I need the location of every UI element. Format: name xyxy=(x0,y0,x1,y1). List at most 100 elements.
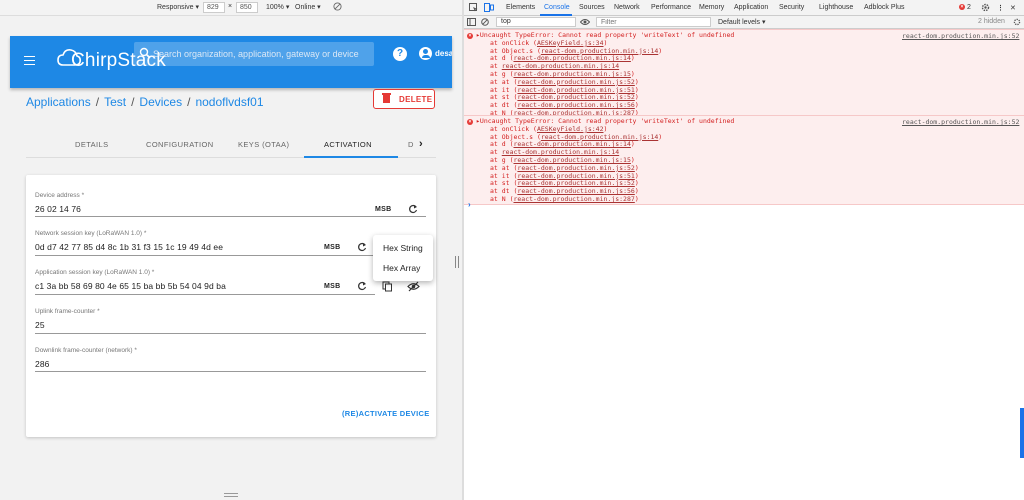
inspect-icon[interactable] xyxy=(469,3,478,12)
stack-frame-link[interactable]: react-dom.production.min.js:287 xyxy=(513,195,634,203)
app-session-key-byte-order[interactable]: MSB xyxy=(324,283,340,290)
user-avatar-icon[interactable] xyxy=(419,47,432,60)
splitter-grip-icon[interactable] xyxy=(455,256,459,268)
stack-frame-prefix: at g ( xyxy=(490,70,514,78)
error-count-icon[interactable]: × xyxy=(959,4,965,10)
console-settings-icon[interactable] xyxy=(1013,18,1021,26)
username[interactable]: desar xyxy=(435,49,452,58)
device-toggle-icon[interactable] xyxy=(484,3,494,12)
stack-frame-link[interactable]: react-dom.production.min.js:52 xyxy=(517,93,634,101)
console-filter-input[interactable] xyxy=(596,17,711,27)
help-icon[interactable]: ? xyxy=(393,47,407,61)
device-preset-select[interactable]: Responsive ▾ xyxy=(157,3,199,11)
dimension-separator: × xyxy=(228,3,233,10)
devtools-tab-console[interactable]: Console xyxy=(544,4,570,11)
menu-item-hex-string[interactable]: Hex String xyxy=(383,243,423,253)
stack-frame-link[interactable]: AESKeyField.js:42 xyxy=(537,125,604,133)
trash-icon xyxy=(382,93,391,103)
error-source-link[interactable]: react-dom.production.min.js:52 xyxy=(902,32,1019,40)
resize-handle-bottom[interactable] xyxy=(224,493,238,497)
devtools-tab-adblock-plus[interactable]: Adblock Plus xyxy=(864,4,904,11)
stack-frame-suffix: ) xyxy=(603,124,608,133)
devtools-tabbar: Elements Console Sources Network Perform… xyxy=(464,0,1024,16)
stack-frame-link[interactable]: react-dom.production.min.js:14 xyxy=(513,140,630,148)
refresh-icon[interactable] xyxy=(357,242,367,252)
reactivate-device-button[interactable]: (RE)ACTIVATE DEVICE xyxy=(342,409,430,418)
devtools-tab-application[interactable]: Application xyxy=(734,4,768,11)
stack-frame-link[interactable]: react-dom.production.min.js:51 xyxy=(517,86,634,94)
stack-frame-link[interactable]: react-dom.production.min.js:15 xyxy=(513,156,630,164)
tab-keys-otaa[interactable]: KEYS (OTAA) xyxy=(238,140,289,149)
stack-frame-link[interactable]: react-dom.production.min.js:15 xyxy=(513,70,630,78)
downlink-counter-input[interactable]: 286 xyxy=(35,359,49,369)
stack-frame-link[interactable]: react-dom.production.min.js:14 xyxy=(502,148,619,156)
visibility-off-icon[interactable] xyxy=(407,281,420,292)
devtools-tab-elements[interactable]: Elements xyxy=(506,4,535,11)
nwk-session-key-byte-order[interactable]: MSB xyxy=(324,244,340,251)
close-devtools-icon[interactable]: ✕ xyxy=(1010,4,1016,12)
devtools-tab-sources[interactable]: Sources xyxy=(579,4,605,11)
stack-frame-link[interactable]: react-dom.production.min.js:14 xyxy=(541,133,658,141)
copy-icon[interactable] xyxy=(382,281,393,292)
more-options-icon[interactable]: ⋮ xyxy=(997,4,1004,12)
stack-frame-prefix: at st ( xyxy=(490,93,518,102)
menu-item-hex-array[interactable]: Hex Array xyxy=(383,263,420,273)
stack-frame-link[interactable]: react-dom.production.min.js:14 xyxy=(541,47,658,55)
breadcrumb-applications[interactable]: Applications xyxy=(26,95,91,109)
stack-frame-prefix: at it ( xyxy=(490,85,518,94)
stack-frame-prefix: at Object.s ( xyxy=(490,132,541,141)
stack-frame-link[interactable]: react-dom.production.min.js:52 xyxy=(517,179,634,187)
tab-activation[interactable]: ACTIVATION xyxy=(324,140,372,149)
sidebar-toggle-icon[interactable] xyxy=(467,18,476,26)
network-throttle-select[interactable]: Online ▾ xyxy=(295,3,321,11)
console-error-message[interactable]: × ▸Uncaught TypeError: Cannot read proper… xyxy=(464,115,1024,205)
stack-frame-link[interactable]: react-dom.production.min.js:14 xyxy=(513,54,630,62)
nwk-session-key-input[interactable]: 0d d7 42 77 85 d4 8c 1b 31 f3 15 1c 19 4… xyxy=(35,242,223,252)
clear-console-icon[interactable] xyxy=(481,18,489,26)
device-address-byte-order[interactable]: MSB xyxy=(375,206,391,213)
stack-frame-link[interactable]: react-dom.production.min.js:52 xyxy=(517,164,634,172)
search-input[interactable] xyxy=(153,42,368,66)
downlink-counter-underline xyxy=(35,371,426,372)
devtools-tab-network[interactable]: Network xyxy=(614,4,640,11)
app-bar: ChirpStack ? desar xyxy=(10,36,452,88)
menu-icon[interactable] xyxy=(24,56,35,65)
console-error-message[interactable]: × ▸Uncaught TypeError: Cannot read proper… xyxy=(464,29,1024,119)
device-address-input[interactable]: 26 02 14 76 xyxy=(35,204,81,214)
rotate-icon[interactable] xyxy=(333,2,342,13)
refresh-icon[interactable] xyxy=(408,204,418,214)
tab-scroll-right-icon[interactable]: › xyxy=(419,138,423,150)
tab-device-data[interactable]: D xyxy=(408,140,414,149)
error-icon: × xyxy=(467,33,473,39)
stack-frame-link[interactable]: react-dom.production.min.js:51 xyxy=(517,172,634,180)
viewport-width-input[interactable]: 829 xyxy=(203,2,225,13)
viewport-height-input[interactable]: 850 xyxy=(236,2,258,13)
tab-configuration[interactable]: CONFIGURATION xyxy=(146,140,214,149)
log-levels-select[interactable]: Default levels ▾ xyxy=(718,18,765,26)
live-expression-eye-icon[interactable] xyxy=(580,18,590,26)
breadcrumb-test[interactable]: Test xyxy=(104,95,126,109)
stack-frame-prefix: at xyxy=(490,148,502,157)
stack-frame-link[interactable]: react-dom.production.min.js:56 xyxy=(517,101,634,109)
stack-frame-suffix: ) xyxy=(634,179,639,188)
error-source-link[interactable]: react-dom.production.min.js:52 xyxy=(902,118,1019,126)
delete-button[interactable]: DELETE xyxy=(373,89,435,109)
refresh-icon[interactable] xyxy=(357,281,367,291)
zoom-select[interactable]: 100% ▾ xyxy=(266,3,289,11)
uplink-counter-input[interactable]: 25 xyxy=(35,320,45,330)
settings-icon[interactable] xyxy=(981,3,990,12)
devtools-tab-lighthouse[interactable]: Lighthouse xyxy=(819,4,853,11)
error-count[interactable]: 2 xyxy=(967,4,971,11)
console-prompt[interactable]: › xyxy=(468,200,471,209)
stack-frame-link[interactable]: react-dom.production.min.js:52 xyxy=(517,78,634,86)
devtools-tab-security[interactable]: Security xyxy=(779,4,804,11)
devtools-tab-memory[interactable]: Memory xyxy=(699,4,724,11)
app-session-key-input[interactable]: c1 3a bb 58 69 80 4e 65 15 ba bb 5b 54 0… xyxy=(35,281,226,291)
tab-details[interactable]: DETAILS xyxy=(75,140,109,149)
breadcrumb-devices[interactable]: Devices xyxy=(139,95,182,109)
stack-frame-link[interactable]: react-dom.production.min.js:14 xyxy=(502,62,619,70)
devtools-tab-performance[interactable]: Performance xyxy=(651,4,691,11)
stack-frame-link[interactable]: AESKeyField.js:34 xyxy=(537,39,604,47)
js-context-select[interactable]: top xyxy=(496,17,576,27)
stack-frame-link[interactable]: react-dom.production.min.js:56 xyxy=(517,187,634,195)
